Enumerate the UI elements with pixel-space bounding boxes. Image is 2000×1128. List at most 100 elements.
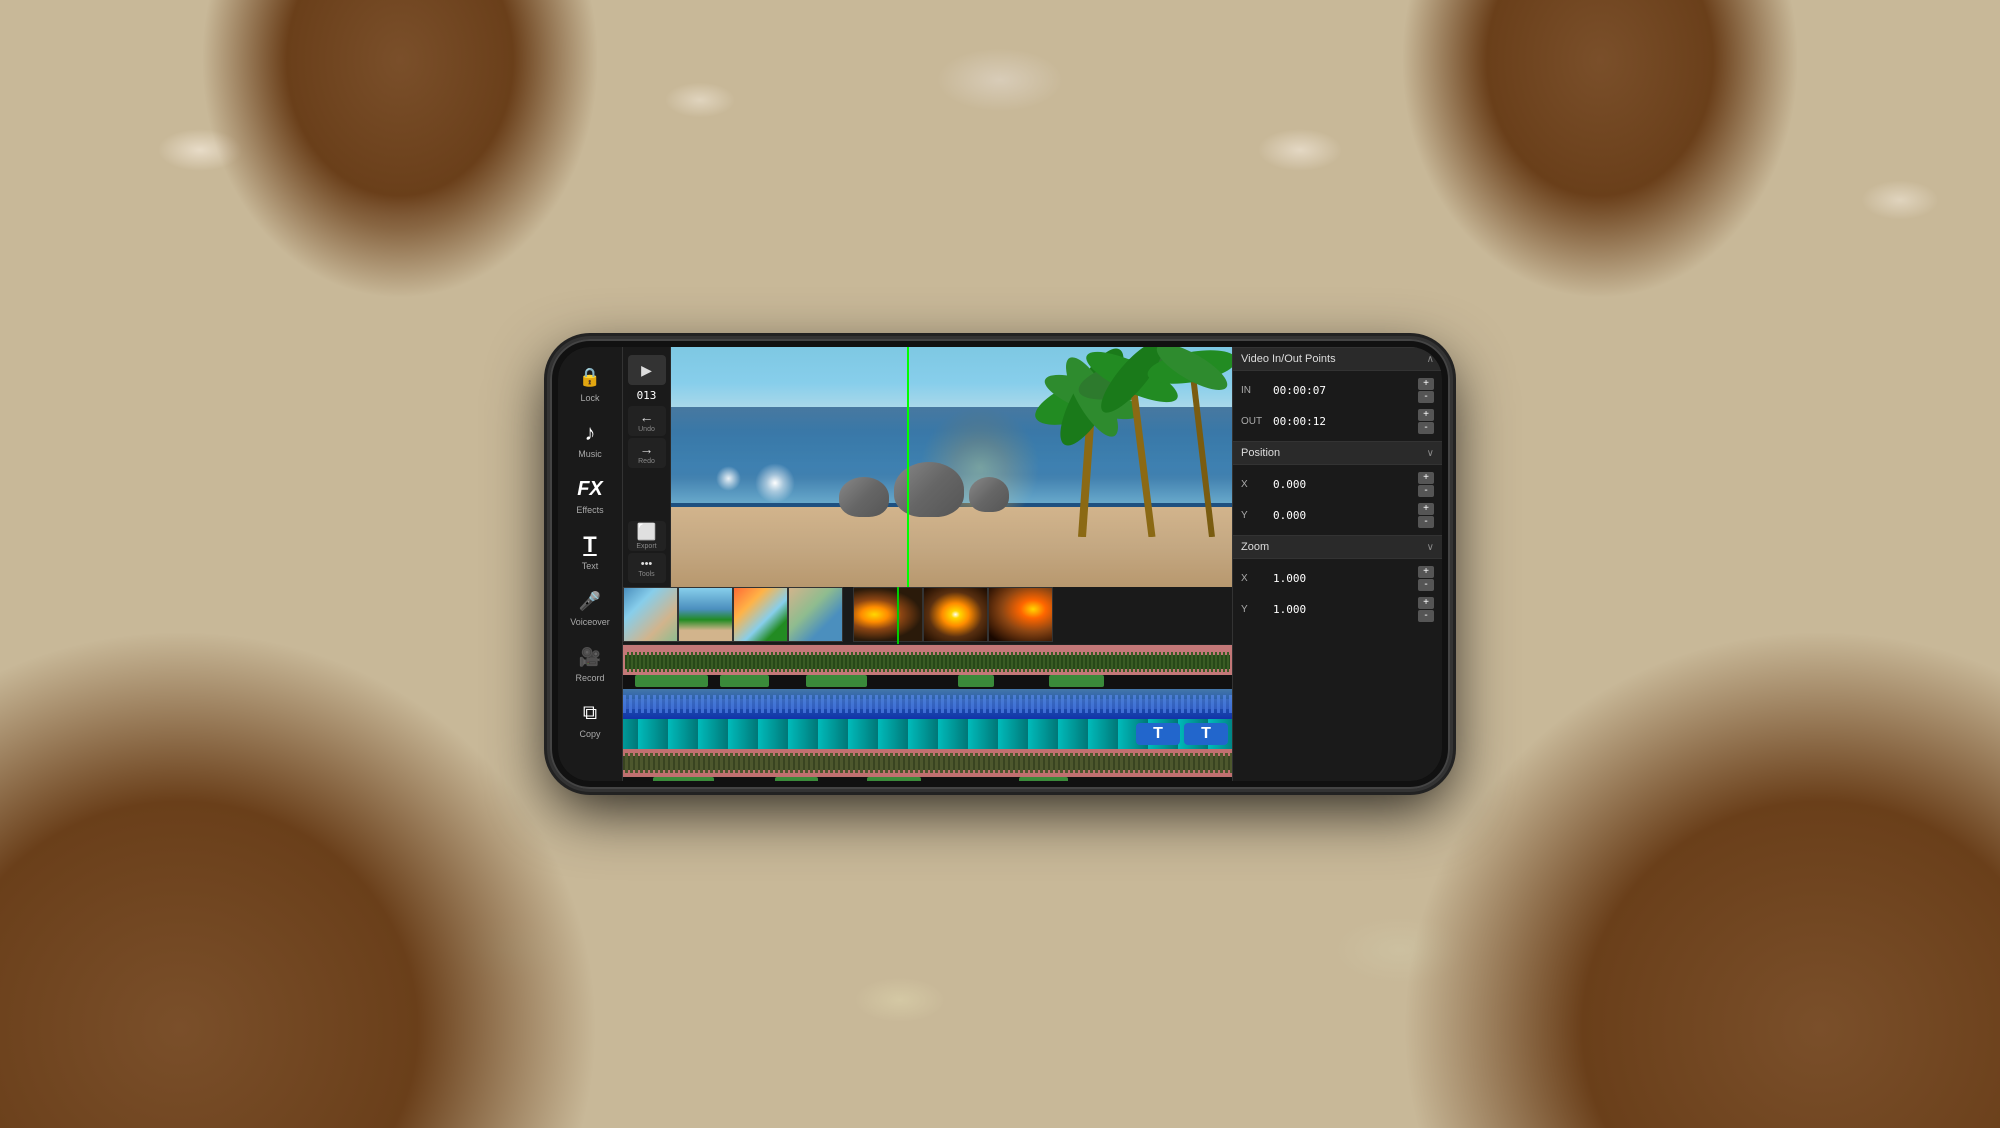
zoom-x-value: 1.000 xyxy=(1273,572,1414,585)
green-patch-7 xyxy=(775,777,818,781)
thumb-3 xyxy=(733,587,788,642)
tool-record[interactable]: 🎥 Record xyxy=(561,637,619,689)
green-patch-4 xyxy=(958,675,995,687)
out-point-row: OUT 00:00:12 + - xyxy=(1241,406,1434,437)
tool-voiceover[interactable]: 🎤 Voiceover xyxy=(561,581,619,633)
zoom-x-row: X 1.000 + - xyxy=(1241,563,1434,594)
zoom-x-plus-btn[interactable]: + xyxy=(1418,566,1434,578)
zoom-x-minus-btn[interactable]: - xyxy=(1418,579,1434,591)
green-patch-1 xyxy=(635,675,708,687)
green-patch-6 xyxy=(653,777,714,781)
in-label: IN xyxy=(1241,385,1269,396)
voiceover-icon: 🎤 xyxy=(576,587,604,615)
position-chevron: ∨ xyxy=(1427,448,1434,459)
palm-trees xyxy=(932,347,1232,537)
zoom-x-label: X xyxy=(1241,573,1269,584)
thumb-bokeh-1 xyxy=(853,587,923,642)
phone-screen: 🔒 Lock ♪ Music FX Effects T Text 🎤 Voice… xyxy=(558,347,1442,781)
tool-copy-label: Copy xyxy=(579,729,600,739)
waveform-2-svg xyxy=(623,749,1232,777)
undo-arrow-icon: ← xyxy=(640,409,654,425)
inout-title: Video In/Out Points xyxy=(1241,353,1336,365)
redo-button[interactable]: → Redo xyxy=(628,438,666,468)
tools-icon: ••• xyxy=(641,558,653,570)
position-y-value: 0.000 xyxy=(1273,509,1414,522)
green-patches-1 xyxy=(623,675,1232,689)
text-icon: T xyxy=(576,531,604,559)
position-title: Position xyxy=(1241,447,1280,459)
green-patch-3 xyxy=(806,675,867,687)
thumb-bokeh-2 xyxy=(923,587,988,642)
phone-device: 🔒 Lock ♪ Music FX Effects T Text 🎤 Voice… xyxy=(550,339,1450,789)
pos-y-minus-btn[interactable]: - xyxy=(1418,516,1434,528)
lock-icon: 🔒 xyxy=(576,363,604,391)
waveform-svg xyxy=(625,647,1230,673)
tool-lock-label: Lock xyxy=(580,393,599,403)
frame-number: 013 xyxy=(635,387,659,404)
thumb-2 xyxy=(678,587,733,642)
tool-text-label: Text xyxy=(582,561,599,571)
undo-label: Undo xyxy=(638,426,655,433)
lens-flare-2 xyxy=(716,466,741,491)
green-patch-8 xyxy=(867,777,922,781)
play-button[interactable]: ▶ xyxy=(628,355,666,385)
out-plus-btn[interactable]: + xyxy=(1418,409,1434,421)
out-label: OUT xyxy=(1241,416,1269,427)
in-plus-btn[interactable]: + xyxy=(1418,378,1434,390)
in-time: 00:00:07 xyxy=(1273,384,1414,397)
redo-arrow-icon: → xyxy=(640,441,654,457)
zoom-x-controls: + - xyxy=(1418,566,1434,591)
inout-header: Video In/Out Points ∧ xyxy=(1233,347,1442,371)
undo-button[interactable]: ← Undo xyxy=(628,406,666,436)
thumb-1 xyxy=(623,587,678,642)
timeline-playhead xyxy=(897,587,899,644)
pos-x-plus-btn[interactable]: + xyxy=(1418,472,1434,484)
tool-music-label: Music xyxy=(578,449,602,459)
redo-label: Redo xyxy=(638,458,655,465)
in-minus-btn[interactable]: - xyxy=(1418,391,1434,403)
thumb-bokeh-3 xyxy=(988,587,1053,642)
pos-y-controls: + - xyxy=(1418,503,1434,528)
timeline-area: T T xyxy=(623,587,1232,781)
tool-effects[interactable]: FX Effects xyxy=(561,469,619,521)
teal-track: T T xyxy=(623,719,1232,749)
tool-lock[interactable]: 🔒 Lock xyxy=(561,357,619,409)
zoom-header: Zoom ∨ xyxy=(1233,535,1442,559)
tool-effects-label: Effects xyxy=(576,505,603,515)
pos-x-controls: + - xyxy=(1418,472,1434,497)
zoom-y-label: Y xyxy=(1241,604,1269,615)
export-button[interactable]: ⬜ Export xyxy=(628,521,666,551)
out-minus-btn[interactable]: - xyxy=(1418,422,1434,434)
tool-copy[interactable]: ⧉ Copy xyxy=(561,693,619,745)
nav-strip: ▶ 013 ← Undo → Redo xyxy=(623,347,671,587)
title-blocks: T T xyxy=(1132,719,1232,749)
lens-flare xyxy=(755,463,795,503)
tools-button[interactable]: ••• Tools xyxy=(628,553,666,583)
green-patches-2 xyxy=(623,777,1232,781)
title-block-1: T xyxy=(1136,723,1180,745)
position-y-label: Y xyxy=(1241,510,1269,521)
tools-label: Tools xyxy=(638,571,654,578)
rock-1 xyxy=(839,477,889,517)
position-x-row: X 0.000 + - xyxy=(1241,469,1434,500)
play-icon: ▶ xyxy=(641,362,652,379)
out-time: 00:00:12 xyxy=(1273,415,1414,428)
tool-music[interactable]: ♪ Music xyxy=(561,413,619,465)
playhead-marker xyxy=(907,347,909,587)
zoom-title: Zoom xyxy=(1241,541,1269,553)
export-icon: ⬜ xyxy=(637,522,657,542)
zoom-y-controls: + - xyxy=(1418,597,1434,622)
video-preview xyxy=(671,347,1232,587)
zoom-section: X 1.000 + - Y 1.000 + - xyxy=(1233,559,1442,629)
zoom-y-minus-btn[interactable]: - xyxy=(1418,610,1434,622)
audio-waveform-1 xyxy=(623,645,1232,675)
zoom-y-row: Y 1.000 + - xyxy=(1241,594,1434,625)
music-icon: ♪ xyxy=(576,419,604,447)
left-toolbar: 🔒 Lock ♪ Music FX Effects T Text 🎤 Voice… xyxy=(558,347,623,781)
position-x-value: 0.000 xyxy=(1273,478,1414,491)
pos-x-minus-btn[interactable]: - xyxy=(1418,485,1434,497)
zoom-y-plus-btn[interactable]: + xyxy=(1418,597,1434,609)
blue-waveform-svg xyxy=(623,689,1232,719)
pos-y-plus-btn[interactable]: + xyxy=(1418,503,1434,515)
tool-text[interactable]: T Text xyxy=(561,525,619,577)
